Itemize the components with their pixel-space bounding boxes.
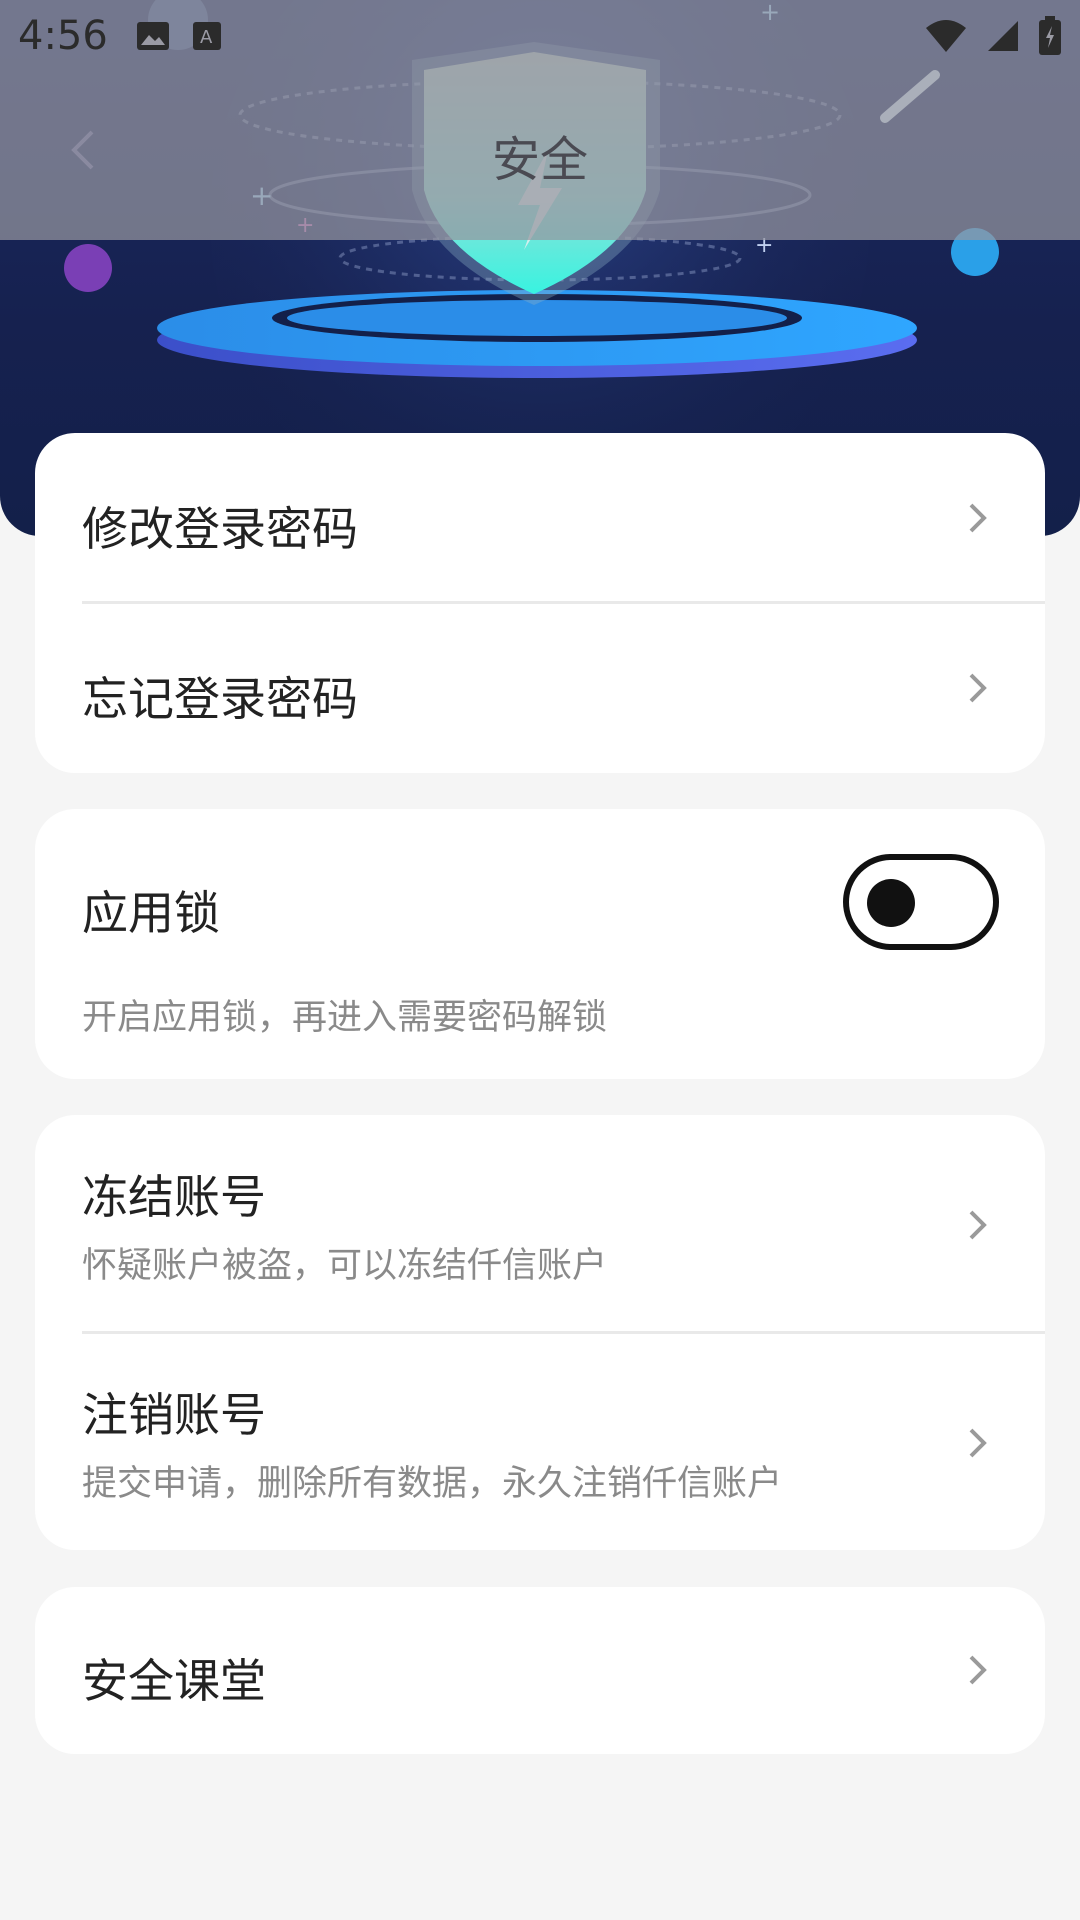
chevron-right-icon xyxy=(969,1210,987,1240)
forgot-password-label: 忘记登录密码 xyxy=(82,672,358,726)
svg-text:A: A xyxy=(200,27,213,48)
chevron-right-icon xyxy=(969,503,987,533)
classroom-card[interactable]: 安全课堂 xyxy=(35,1587,1045,1754)
chevron-right-icon xyxy=(969,1655,987,1685)
wifi-icon xyxy=(926,20,966,52)
change-password-row[interactable]: 修改登录密码 xyxy=(35,433,1045,603)
freeze-account-sub: 怀疑账户被盗，可以冻结仟信账户 xyxy=(82,1246,608,1286)
status-time: 4:56 xyxy=(18,13,108,59)
freeze-account-label: 冻结账号 xyxy=(82,1170,266,1224)
forgot-password-row[interactable]: 忘记登录密码 xyxy=(35,603,1045,773)
chevron-right-icon xyxy=(969,1428,987,1458)
cancel-account-row[interactable]: 注销账号 提交申请，删除所有数据，永久注销仟信账户 xyxy=(35,1333,1045,1550)
app-lock-card: 应用锁 开启应用锁，再进入需要密码解锁 xyxy=(35,809,1045,1079)
app-lock-label: 应用锁 xyxy=(82,886,220,940)
status-bar: 4:56 A xyxy=(0,0,1080,72)
cancel-account-label: 注销账号 xyxy=(82,1388,266,1442)
account-card: 冻结账号 怀疑账户被盗，可以冻结仟信账户 注销账号 提交申请，删除所有数据，永久… xyxy=(35,1115,1045,1550)
image-icon xyxy=(136,22,169,50)
chevron-right-icon xyxy=(969,673,987,703)
battery-icon xyxy=(1039,16,1061,55)
text-a-icon: A xyxy=(192,22,221,50)
security-classroom-label: 安全课堂 xyxy=(82,1654,266,1708)
cell-signal-icon xyxy=(988,21,1018,51)
password-card: 修改登录密码 忘记登录密码 xyxy=(35,433,1045,773)
freeze-account-row[interactable]: 冻结账号 怀疑账户被盗，可以冻结仟信账户 xyxy=(35,1115,1045,1333)
app-lock-description: 开启应用锁，再进入需要密码解锁 xyxy=(82,998,608,1038)
cancel-account-sub: 提交申请，删除所有数据，永久注销仟信账户 xyxy=(82,1464,783,1504)
toggle-knob xyxy=(867,879,915,927)
page-title: 安全 xyxy=(491,132,588,188)
change-password-label: 修改登录密码 xyxy=(82,502,358,556)
app-bar: 4:56 A 安全 xyxy=(0,0,1080,240)
app-lock-toggle[interactable] xyxy=(843,854,999,950)
